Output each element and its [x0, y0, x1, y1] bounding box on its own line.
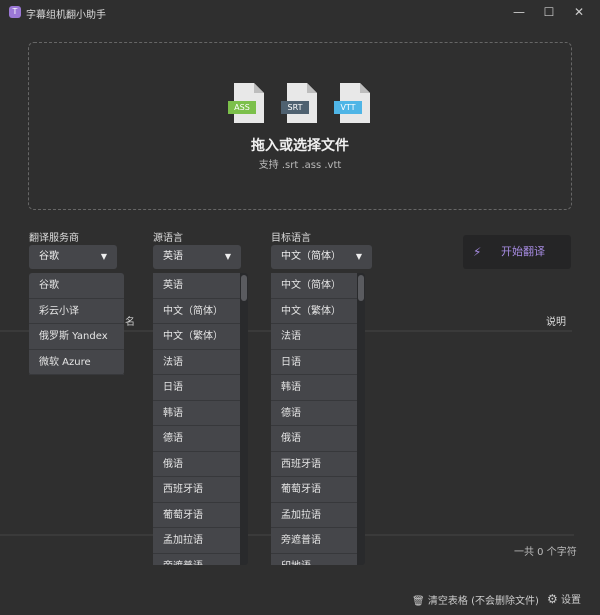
file-type-label: ASS: [228, 101, 256, 114]
caret-down-icon: ▼: [100, 252, 107, 261]
start-translate-label: 开始翻译: [501, 245, 545, 258]
trash-icon: 🗑: [412, 596, 425, 607]
target-option[interactable]: 中文（简体）: [271, 273, 357, 299]
file-type-icon-srt: SRT: [281, 83, 317, 123]
target-option[interactable]: 韩语: [271, 375, 357, 401]
target-option[interactable]: 中文（繁体）: [271, 299, 357, 324]
target-language-select[interactable]: 中文（简体） ▼: [271, 245, 372, 269]
settings-label: 设置: [560, 595, 581, 606]
provider-value: 谷歌: [39, 251, 59, 262]
target-language-dropdown: 中文（简体）中文（繁体）法语日语韩语德语俄语西班牙语葡萄牙语孟加拉语旁遮普语印地…: [271, 273, 357, 565]
caret-down-icon: ▼: [355, 252, 362, 261]
provider-label: 翻译服务商: [29, 233, 79, 244]
target-option[interactable]: 日语: [271, 350, 357, 375]
target-option[interactable]: 印地语: [271, 554, 357, 566]
caret-down-icon: ▼: [224, 252, 231, 261]
target-option[interactable]: 葡萄牙语: [271, 477, 357, 503]
source-option[interactable]: 孟加拉语: [153, 528, 240, 554]
provider-option[interactable]: 微软 Azure: [29, 350, 124, 375]
source-option[interactable]: 法语: [153, 350, 240, 375]
source-option[interactable]: 韩语: [153, 401, 240, 426]
source-scrollbar[interactable]: [240, 273, 248, 565]
target-language-label: 目标语言: [271, 233, 311, 244]
provider-option[interactable]: 俄罗斯 Yandex: [29, 324, 124, 350]
clear-table-label: 清空表格 (不会删除文件): [427, 596, 539, 607]
file-type-label: SRT: [281, 101, 309, 114]
file-type-label: VTT: [334, 101, 362, 114]
source-language-dropdown: 英语中文（简体）中文（繁体）法语日语韩语德语俄语西班牙语葡萄牙语孟加拉语旁遮普语: [153, 273, 240, 565]
source-value: 英语: [163, 251, 183, 262]
target-option[interactable]: 俄语: [271, 426, 357, 452]
target-option[interactable]: 法语: [271, 324, 357, 350]
app-icon: T: [9, 6, 21, 18]
source-option[interactable]: 俄语: [153, 452, 240, 477]
character-count: 一共 0 个字符: [514, 547, 577, 558]
file-dropzone[interactable]: ASS SRT VTT 拖入或选择文件 支持 .srt .ass .vtt: [28, 42, 572, 210]
file-type-icon-ass: ASS: [228, 83, 264, 123]
source-option[interactable]: 中文（繁体）: [153, 324, 240, 350]
settings-button[interactable]: ⚙ 设置: [547, 591, 581, 606]
window-title: 字幕组机翻小助手: [26, 10, 106, 21]
column-header-description: 说明: [546, 317, 566, 328]
start-translate-button[interactable]: ⚡ 开始翻译: [463, 235, 571, 269]
source-option[interactable]: 中文（简体）: [153, 299, 240, 324]
dropzone-title: 拖入或选择文件: [251, 138, 349, 154]
source-option[interactable]: 旁遮普语: [153, 554, 240, 566]
file-type-icon-vtt: VTT: [334, 83, 370, 123]
scrollbar-thumb[interactable]: [358, 275, 364, 301]
source-option[interactable]: 德语: [153, 426, 240, 452]
target-option[interactable]: 旁遮普语: [271, 528, 357, 554]
maximize-button[interactable]: ☐: [539, 4, 559, 20]
target-option[interactable]: 西班牙语: [271, 452, 357, 477]
scrollbar-thumb[interactable]: [241, 275, 247, 301]
target-option[interactable]: 孟加拉语: [271, 503, 357, 528]
source-option[interactable]: 西班牙语: [153, 477, 240, 503]
source-option[interactable]: 日语: [153, 375, 240, 401]
close-button[interactable]: ✕: [569, 4, 589, 20]
title-bar: T 字幕组机翻小助手 — ☐ ✕: [0, 0, 600, 26]
provider-select[interactable]: 谷歌 ▼: [29, 245, 117, 269]
source-option[interactable]: 葡萄牙语: [153, 503, 240, 528]
source-option[interactable]: 英语: [153, 273, 240, 299]
column-header-name: 名: [125, 317, 135, 328]
source-language-select[interactable]: 英语 ▼: [153, 245, 241, 269]
provider-dropdown: 谷歌 彩云小译 俄罗斯 Yandex 微软 Azure: [29, 273, 124, 375]
clear-table-button[interactable]: 🗑 清空表格 (不会删除文件): [412, 592, 539, 607]
source-language-label: 源语言: [153, 233, 183, 244]
dropzone-subtitle: 支持 .srt .ass .vtt: [258, 160, 342, 171]
target-value: 中文（简体）: [281, 251, 341, 262]
provider-option[interactable]: 彩云小译: [29, 299, 124, 324]
gear-icon: ⚙: [547, 592, 558, 606]
minimize-button[interactable]: —: [509, 4, 529, 20]
lightning-icon: ⚡: [473, 245, 482, 259]
target-option[interactable]: 德语: [271, 401, 357, 426]
target-scrollbar[interactable]: [357, 273, 365, 565]
provider-option[interactable]: 谷歌: [29, 273, 124, 299]
